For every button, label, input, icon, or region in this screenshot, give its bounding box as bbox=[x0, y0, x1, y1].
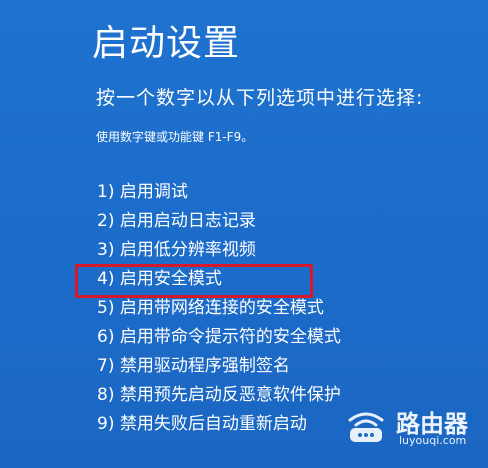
router-logo-icon bbox=[348, 412, 384, 442]
option-disable-auto-restart-after-failure[interactable]: 9) 禁用失败后自动重新启动 bbox=[97, 410, 341, 439]
option-enable-boot-logging[interactable]: 2) 启用启动日志记录 bbox=[97, 207, 341, 236]
watermark-url: luyouqi.com bbox=[399, 434, 467, 447]
option-enable-low-resolution-video[interactable]: 3) 启用低分辨率视频 bbox=[97, 236, 341, 265]
option-enable-safe-mode-networking[interactable]: 5) 启用带网络连接的安全模式 bbox=[97, 294, 341, 323]
page-title: 启动设置 bbox=[92, 23, 241, 64]
selection-prompt: 按一个数字以从下列选项中进行选择: bbox=[96, 87, 424, 109]
startup-options-list: 1) 启用调试 2) 启用启动日志记录 3) 启用低分辨率视频 4) 启用安全模… bbox=[97, 178, 341, 439]
option-enable-safe-mode-command-prompt[interactable]: 6) 启用带命令提示符的安全模式 bbox=[97, 323, 341, 352]
safe-mode-highlight-box bbox=[75, 264, 313, 298]
option-disable-driver-signature-enforcement[interactable]: 7) 禁用驱动程序强制签名 bbox=[97, 352, 341, 381]
watermark: 路由器 luyouqi.com bbox=[344, 402, 484, 450]
key-hint: 使用数字键或功能键 F1-F9。 bbox=[96, 130, 254, 144]
startup-settings-screen: 启动设置 按一个数字以从下列选项中进行选择: 使用数字键或功能键 F1-F9。 … bbox=[0, 0, 488, 468]
option-disable-early-launch-antimalware[interactable]: 8) 禁用预先启动反恶意软件保护 bbox=[97, 381, 341, 410]
option-enable-debugging[interactable]: 1) 启用调试 bbox=[97, 178, 341, 207]
